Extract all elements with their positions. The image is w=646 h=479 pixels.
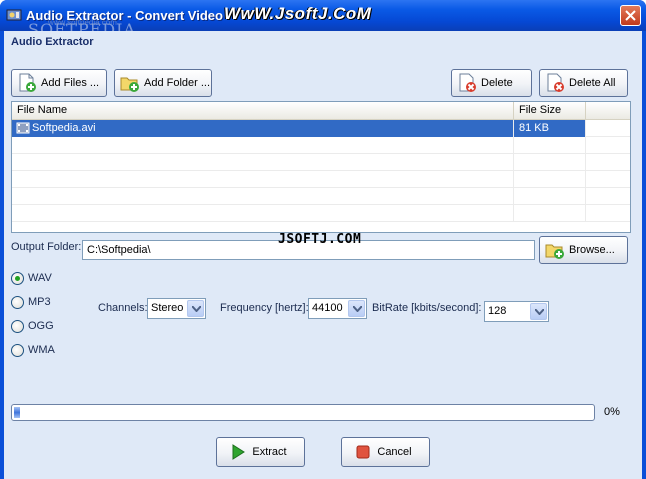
- dropdown-arrow-icon[interactable]: [348, 300, 365, 317]
- delete-all-icon: [545, 73, 565, 93]
- frequency-label: Frequency [hertz]:: [220, 302, 309, 314]
- add-file-icon: [17, 73, 37, 93]
- client-area: www.softpedia.com Audio Extractor Add Fi…: [4, 18, 642, 479]
- cancel-button[interactable]: Cancel: [341, 437, 430, 467]
- app-icon: [6, 7, 22, 23]
- progress-percent: 0%: [604, 406, 620, 418]
- format-radio-mp3[interactable]: MP3: [11, 294, 51, 310]
- radio-button[interactable]: [11, 343, 24, 357]
- table-row: [12, 205, 630, 222]
- bitrate-label: BitRate [kbits/second]:: [372, 302, 482, 314]
- table-row: [12, 188, 630, 205]
- delete-button[interactable]: Delete: [451, 69, 532, 97]
- extract-label: Extract: [252, 446, 287, 458]
- add-files-button[interactable]: Add Files ...: [11, 69, 107, 97]
- add-folder-button[interactable]: Add Folder ...: [114, 69, 212, 97]
- browse-button[interactable]: Browse...: [539, 236, 628, 264]
- delete-all-label: Delete All: [569, 77, 616, 89]
- add-folder-icon: [120, 73, 140, 93]
- column-file-size[interactable]: File Size: [514, 102, 586, 120]
- channels-label: Channels:: [98, 302, 148, 314]
- file-list-header: File Name File Size: [12, 102, 630, 120]
- frequency-value: 44100: [312, 302, 343, 314]
- radio-button[interactable]: [11, 295, 24, 309]
- table-row: [12, 154, 630, 171]
- table-row: [12, 171, 630, 188]
- extract-button[interactable]: Extract: [216, 437, 305, 467]
- output-folder-label: Output Folder:: [11, 241, 82, 253]
- file-size-cell: 81 KB: [514, 120, 586, 137]
- softpedia-url-watermark: www.softpedia.com: [48, 18, 117, 27]
- video-file-icon: [16, 122, 30, 134]
- table-row[interactable]: Softpedia.avi 81 KB: [12, 120, 630, 137]
- format-radio-wma[interactable]: WMA: [11, 342, 55, 358]
- jsoftj-watermark: JSOFTJ.COM: [278, 232, 362, 247]
- close-icon: [625, 10, 636, 21]
- app-window: Audio Extractor - Convert Video WwW.Jsof…: [0, 0, 646, 479]
- delete-all-button[interactable]: Delete All: [539, 69, 628, 97]
- panel-title: Audio Extractor: [11, 36, 94, 48]
- radio-button[interactable]: [11, 319, 24, 333]
- frequency-select[interactable]: 44100: [308, 298, 367, 319]
- dropdown-arrow-icon[interactable]: [530, 303, 547, 320]
- format-radio-wav[interactable]: WAV: [11, 270, 52, 286]
- add-folder-label: Add Folder ...: [144, 77, 211, 89]
- format-label-wma: WMA: [28, 344, 55, 356]
- column-file-name[interactable]: File Name: [12, 102, 514, 120]
- file-name-text: Softpedia.avi: [32, 122, 96, 134]
- channels-select[interactable]: Stereo: [147, 298, 206, 319]
- format-label-mp3: MP3: [28, 296, 51, 308]
- delete-label: Delete: [481, 77, 513, 89]
- stop-icon: [353, 442, 373, 462]
- file-list[interactable]: File Name File Size Softpedia.avi 81 KB: [11, 101, 631, 233]
- channels-value: Stereo: [151, 302, 184, 314]
- folder-icon: [545, 240, 565, 260]
- file-name-cell: Softpedia.avi: [12, 120, 514, 137]
- close-button[interactable]: [620, 5, 641, 26]
- play-icon: [228, 442, 248, 462]
- table-row: [12, 137, 630, 154]
- cancel-label: Cancel: [377, 446, 412, 458]
- bitrate-select[interactable]: 128: [484, 301, 549, 322]
- browse-label: Browse...: [569, 244, 615, 256]
- format-label-wav: WAV: [28, 272, 52, 284]
- radio-button-selected[interactable]: [11, 271, 24, 285]
- delete-file-icon: [457, 73, 477, 93]
- add-files-label: Add Files ...: [41, 77, 100, 89]
- bitrate-value: 128: [488, 305, 507, 317]
- dropdown-arrow-icon[interactable]: [187, 300, 204, 317]
- title-watermark: WwW.JsoftJ.CoM: [224, 4, 372, 23]
- format-radio-ogg[interactable]: OGG: [11, 318, 54, 334]
- format-label-ogg: OGG: [28, 320, 54, 332]
- progress-fill: [14, 407, 20, 418]
- progress-bar: [11, 404, 595, 421]
